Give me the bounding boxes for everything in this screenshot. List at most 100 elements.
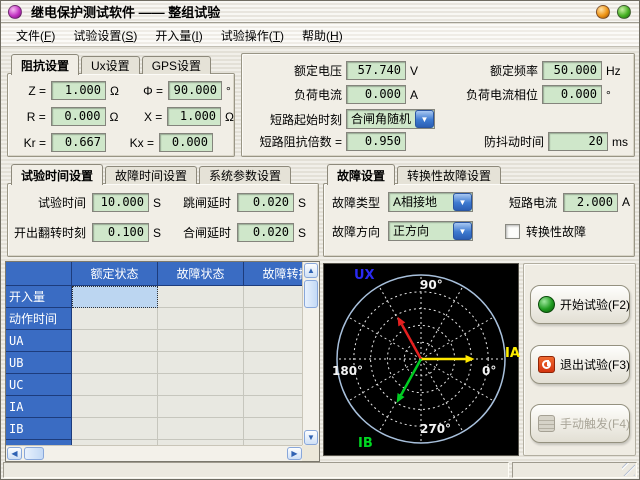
impedance-multiple-field[interactable]: 0.950: [346, 132, 406, 151]
r-unit: Ω: [110, 110, 119, 124]
debounce-time-field[interactable]: 20: [548, 132, 608, 151]
load-current-phase-field[interactable]: 0.000: [542, 85, 602, 104]
short-current-field[interactable]: 2.000: [563, 193, 618, 212]
phasor-label-90: 90°: [420, 278, 443, 292]
col-header-fault-convert[interactable]: 故障转换: [244, 262, 303, 286]
fault-type-combo[interactable]: A相接地 ▼: [388, 192, 473, 212]
menu-help[interactable]: 帮助(H): [293, 25, 352, 46]
hscroll-thumb[interactable]: [24, 447, 44, 460]
rated-frequency-label: 额定频率: [428, 62, 538, 79]
rated-frequency-unit: Hz: [606, 64, 621, 78]
test-time-unit: S: [153, 196, 161, 210]
z-label: Z =: [16, 84, 46, 98]
resize-grip-icon[interactable]: [622, 463, 635, 476]
status-secondary: [512, 462, 637, 478]
load-current-field[interactable]: 0.000: [346, 85, 406, 104]
chevron-down-icon[interactable]: ▼: [415, 110, 434, 128]
phi-label: Φ =: [133, 84, 163, 98]
col-header-fault-state[interactable]: 故障状态: [158, 262, 244, 286]
menu-file[interactable]: 文件(F): [7, 25, 64, 46]
x-field[interactable]: 1.000: [167, 107, 221, 126]
fault-direction-combo[interactable]: 正方向 ▼: [388, 221, 473, 241]
tab-ux-settings[interactable]: Ux设置: [81, 56, 140, 74]
phasor-label-ia: IA: [505, 346, 520, 361]
table-vertical-scrollbar[interactable]: ▲ ▼: [302, 262, 319, 446]
table-row: UB: [6, 352, 303, 374]
system-parameters-group: 额定电压 57.740 V 额定频率 50.000 Hz 负荷电流 0.000 …: [241, 53, 635, 157]
manual-trigger-button: 手动触发(F4): [530, 404, 630, 443]
short-current-label: 短路电流: [495, 194, 557, 211]
convert-fault-label: 转换性故障: [526, 223, 586, 240]
z-field[interactable]: 1.000: [51, 81, 106, 100]
trip-delay-unit: S: [298, 196, 306, 210]
menu-test-operation[interactable]: 试验操作(T): [212, 25, 293, 46]
rated-frequency-field[interactable]: 50.000: [542, 61, 602, 80]
tab-system-param-settings[interactable]: 系统参数设置: [199, 166, 291, 184]
phasor-label-270: 270°: [420, 422, 451, 436]
scroll-right-icon[interactable]: ▶: [287, 447, 302, 460]
load-current-phase-unit: °: [606, 88, 611, 102]
close-delay-field[interactable]: 0.020: [237, 223, 294, 242]
menu-test-settings[interactable]: 试验设置(S): [64, 25, 146, 46]
close-delay-label: 合闸延时: [176, 224, 231, 241]
phasor-label-ux: UX: [354, 268, 375, 283]
z-unit: Ω: [110, 84, 119, 98]
rated-voltage-unit: V: [410, 64, 418, 78]
table-horizontal-scrollbar[interactable]: ◀ ▶: [6, 445, 303, 461]
table-corner-cell: [6, 262, 72, 286]
close-delay-unit: S: [298, 226, 306, 240]
menu-binary-input[interactable]: 开入量(I): [146, 25, 211, 46]
start-test-button[interactable]: 开始试验(F2): [530, 285, 630, 324]
vscroll-thumb[interactable]: [304, 280, 318, 308]
selected-cell[interactable]: [72, 286, 158, 308]
phi-field[interactable]: 90.000: [168, 81, 222, 100]
debounce-time-label: 防抖动时间: [416, 133, 544, 150]
flip-time-label: 开出翻转时刻: [8, 224, 86, 241]
chevron-down-icon[interactable]: ▼: [453, 193, 472, 211]
tab-test-time-settings[interactable]: 试验时间设置: [11, 164, 103, 185]
exit-test-button[interactable]: 退出试验(F3): [530, 345, 630, 384]
tab-impedance-settings[interactable]: 阻抗设置: [11, 54, 79, 75]
fault-direction-label: 故障方向: [324, 223, 380, 240]
flip-time-field[interactable]: 0.100: [92, 223, 149, 242]
kx-field[interactable]: 0.000: [159, 133, 213, 152]
table-row: 开入量: [6, 286, 303, 308]
scroll-up-icon[interactable]: ▲: [304, 263, 318, 278]
action-button-panel: 开始试验(F2) 退出试验(F3) 手动触发(F4): [523, 263, 636, 456]
phasor-diagram: UX 90° IA 0° 180° 270° IB: [323, 263, 519, 456]
scroll-down-icon[interactable]: ▼: [304, 430, 318, 445]
debounce-time-unit: ms: [612, 135, 628, 149]
minimize-button[interactable]: [596, 5, 610, 19]
table-row: IB: [6, 418, 303, 440]
load-current-phase-label: 负荷电流相位: [428, 86, 538, 103]
titlebar: 继电保护测试软件 —— 整组试验: [1, 1, 639, 23]
tab-fault-time-settings[interactable]: 故障时间设置: [105, 166, 197, 184]
r-field[interactable]: 0.000: [51, 107, 106, 126]
load-current-unit: A: [410, 88, 418, 102]
statusbar: [1, 461, 639, 480]
tab-convert-fault-settings[interactable]: 转换性故障设置: [397, 166, 501, 184]
test-time-field[interactable]: 10.000: [92, 193, 149, 212]
scroll-left-icon[interactable]: ◀: [7, 447, 22, 460]
short-circuit-start-combo[interactable]: 合闸角随机 ▼: [346, 109, 435, 129]
convert-fault-checkbox[interactable]: [505, 224, 520, 239]
rated-voltage-field[interactable]: 57.740: [346, 61, 406, 80]
phasor-label-0: 0°: [482, 364, 496, 378]
timing-group: 试验时间设置 故障时间设置 系统参数设置 试验时间 10.000 S 跳闸延时 …: [7, 163, 319, 257]
col-header-rated-state[interactable]: 额定状态: [72, 262, 158, 286]
kr-field[interactable]: 0.667: [51, 133, 106, 152]
table-row: UA: [6, 330, 303, 352]
trip-delay-label: 跳闸延时: [176, 194, 231, 211]
impedance-multiple-label: 短路阻抗倍数 =: [242, 133, 342, 150]
close-button[interactable]: [617, 5, 631, 19]
system-menu-icon[interactable]: [8, 5, 22, 19]
chevron-down-icon[interactable]: ▼: [453, 222, 472, 240]
tab-fault-settings[interactable]: 故障设置: [327, 164, 395, 185]
trip-delay-field[interactable]: 0.020: [237, 193, 294, 212]
manual-trigger-icon: [538, 415, 555, 432]
rated-voltage-label: 额定电压: [242, 62, 342, 79]
phasor-label-180: 180°: [332, 364, 363, 378]
flip-time-unit: S: [153, 226, 161, 240]
kr-label: Kr =: [16, 136, 46, 150]
tab-gps-settings[interactable]: GPS设置: [142, 56, 211, 74]
